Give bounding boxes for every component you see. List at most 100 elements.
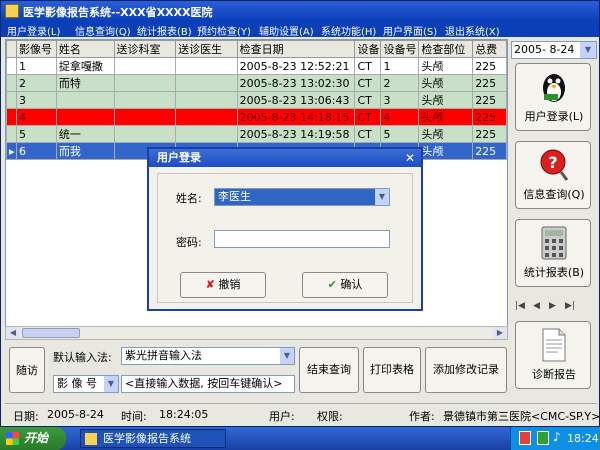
- menu-ui[interactable]: 用户界面(S): [383, 23, 437, 38]
- col-name[interactable]: 姓名: [55, 40, 115, 58]
- nav-prev-icon[interactable]: ◀: [533, 301, 540, 311]
- menu-bar: 用户登录(L) 信息查询(Q) 统计报表(B) 预约检查(Y) 辅助设置(A) …: [1, 21, 599, 38]
- cell: 3: [380, 91, 420, 109]
- speaker-icon[interactable]: ♪: [553, 430, 561, 444]
- col-body-part[interactable]: 检查部位: [418, 40, 474, 58]
- cancel-button[interactable]: ✘ 撤销: [180, 272, 266, 298]
- tray-app-icon[interactable]: [519, 431, 531, 445]
- search-input[interactable]: <直接输入数据, 按回车键确认>: [121, 375, 295, 393]
- col-dept[interactable]: 送诊科室: [113, 40, 177, 58]
- menu-stats[interactable]: 统计报表(B): [137, 23, 192, 38]
- nav-first-icon[interactable]: |◀: [515, 301, 525, 311]
- cell: 2005-8-23 13:06:43: [236, 91, 356, 109]
- cell: 225: [472, 108, 507, 126]
- cell: 头颅: [418, 91, 474, 109]
- menu-exit[interactable]: 退出系统(X): [445, 23, 500, 38]
- record-navigator: |◀ ◀ ▶ ▶|: [515, 301, 591, 313]
- input-method-select[interactable]: 紫光拼音输入法 ▼: [121, 347, 295, 365]
- close-icon[interactable]: ✕: [405, 149, 415, 167]
- table-row[interactable]: 2 而特 2005-8-23 13:02:30 CT 2 头颅 225: [6, 74, 507, 92]
- password-field[interactable]: [214, 230, 390, 248]
- stats-report-label: 统计报表(B): [523, 266, 585, 279]
- table-row[interactable]: 4 2005-8-23 14:18:15 CT 4 头颅 225: [6, 108, 507, 126]
- cell: 2: [380, 74, 420, 92]
- date-picker[interactable]: 2005- 8-24 ▼: [511, 41, 597, 59]
- taskbar-app-button[interactable]: 医学影像报告系统: [80, 429, 226, 448]
- status-time-label: 时间:: [121, 410, 147, 423]
- col-doctor[interactable]: 送诊医生: [175, 40, 238, 58]
- follow-up-button[interactable]: 随访: [9, 347, 45, 393]
- status-perm-label: 权限:: [317, 410, 343, 423]
- info-query-button[interactable]: ? 信息查询(Q): [515, 141, 591, 209]
- horizontal-scrollbar[interactable]: ◀ ▶: [5, 326, 508, 340]
- tray-media-icon[interactable]: [537, 431, 549, 445]
- input-method-label: 默认输入法:: [53, 351, 112, 364]
- chevron-down-icon[interactable]: ▼: [375, 189, 389, 205]
- cell: 4: [15, 108, 57, 126]
- chevron-down-icon[interactable]: ▼: [580, 42, 596, 58]
- end-query-button[interactable]: 结束查询: [299, 347, 359, 393]
- penguin-user-icon: [543, 74, 565, 102]
- cell: 2005-8-23 12:52:21: [236, 57, 356, 75]
- cell: 头颅: [418, 125, 474, 143]
- svg-text:?: ?: [548, 153, 557, 172]
- start-button[interactable]: 开始: [0, 427, 66, 450]
- row-indicator: [6, 57, 17, 75]
- row-indicator: [6, 125, 17, 143]
- cell: CT: [354, 91, 382, 109]
- name-select[interactable]: 李医生 ▼: [214, 188, 390, 206]
- cell: [175, 91, 238, 109]
- col-device-no[interactable]: 设备号: [380, 40, 420, 58]
- cell: 头颅: [418, 57, 474, 75]
- nav-last-icon[interactable]: ▶|: [565, 301, 575, 311]
- name-label: 姓名:: [176, 192, 202, 205]
- col-image-no[interactable]: 影像号: [15, 40, 57, 58]
- cell: [113, 74, 177, 92]
- chevron-down-icon[interactable]: ▼: [104, 376, 118, 392]
- add-modify-button[interactable]: 添加修改记录: [425, 347, 507, 393]
- col-device[interactable]: 设备: [354, 40, 382, 58]
- cell: 2005-8-23 14:18:15: [236, 108, 356, 126]
- input-method-value: 紫光拼音输入法: [125, 349, 202, 362]
- status-date: 2005-8-24: [47, 408, 104, 421]
- chevron-down-icon[interactable]: ▼: [280, 348, 294, 364]
- menu-appointment[interactable]: 预约检查(Y): [197, 23, 251, 38]
- name-select-value: 李医生: [218, 190, 251, 203]
- scroll-right-icon[interactable]: ▶: [493, 327, 507, 339]
- scroll-thumb[interactable]: [22, 328, 80, 338]
- dialog-body: 姓名: 李医生 ▼ 密码: ✘ 撤销 ✔ 确认: [157, 173, 413, 303]
- cell: CT: [354, 125, 382, 143]
- menu-settings[interactable]: 辅助设置(A): [259, 23, 314, 38]
- stats-report-button[interactable]: 统计报表(B): [515, 219, 591, 287]
- diagnosis-report-button[interactable]: 诊断报告: [515, 321, 591, 389]
- user-login-button[interactable]: 用户登录(L): [515, 63, 591, 131]
- cell: 6: [15, 142, 57, 160]
- cell: 225: [472, 57, 507, 75]
- menu-system[interactable]: 系统功能(H): [321, 23, 376, 38]
- cell: [113, 125, 177, 143]
- cell: 225: [472, 91, 507, 109]
- scroll-left-icon[interactable]: ◀: [6, 327, 20, 339]
- table-row[interactable]: 1 捉拿嘎撒 2005-8-23 12:52:21 CT 1 头颅 225: [6, 57, 507, 75]
- confirm-button[interactable]: ✔ 确认: [302, 272, 388, 298]
- menu-login[interactable]: 用户登录(L): [7, 23, 60, 38]
- col-date[interactable]: 检查日期: [236, 40, 356, 58]
- app-icon: [85, 433, 97, 445]
- table-header: 影像号 姓名 送诊科室 送诊医生 检查日期 设备 设备号 检查部位 总费: [6, 40, 507, 58]
- table-row[interactable]: 5 统一 2005-8-23 14:19:58 CT 5 头颅 225: [6, 125, 507, 143]
- menu-query[interactable]: 信息查询(Q): [75, 23, 131, 38]
- follow-up-label: 随访: [16, 364, 38, 377]
- print-table-button[interactable]: 打印表格: [363, 347, 421, 393]
- cancel-x-icon: ✘: [205, 278, 215, 291]
- table-row[interactable]: 3 2005-8-23 13:06:43 CT 3 头颅 225: [6, 91, 507, 109]
- nav-next-icon[interactable]: ▶: [549, 301, 556, 311]
- checkmark-icon: ✔: [327, 278, 337, 291]
- dialog-title-bar: 用户登录 ✕: [149, 149, 421, 167]
- cell: 225: [472, 74, 507, 92]
- field-select[interactable]: 影 像 号 ▼: [53, 375, 119, 393]
- add-modify-label: 添加修改记录: [433, 363, 499, 376]
- cell: 1: [15, 57, 57, 75]
- cell: [175, 74, 238, 92]
- cell: [113, 91, 177, 109]
- col-total[interactable]: 总费: [472, 40, 507, 58]
